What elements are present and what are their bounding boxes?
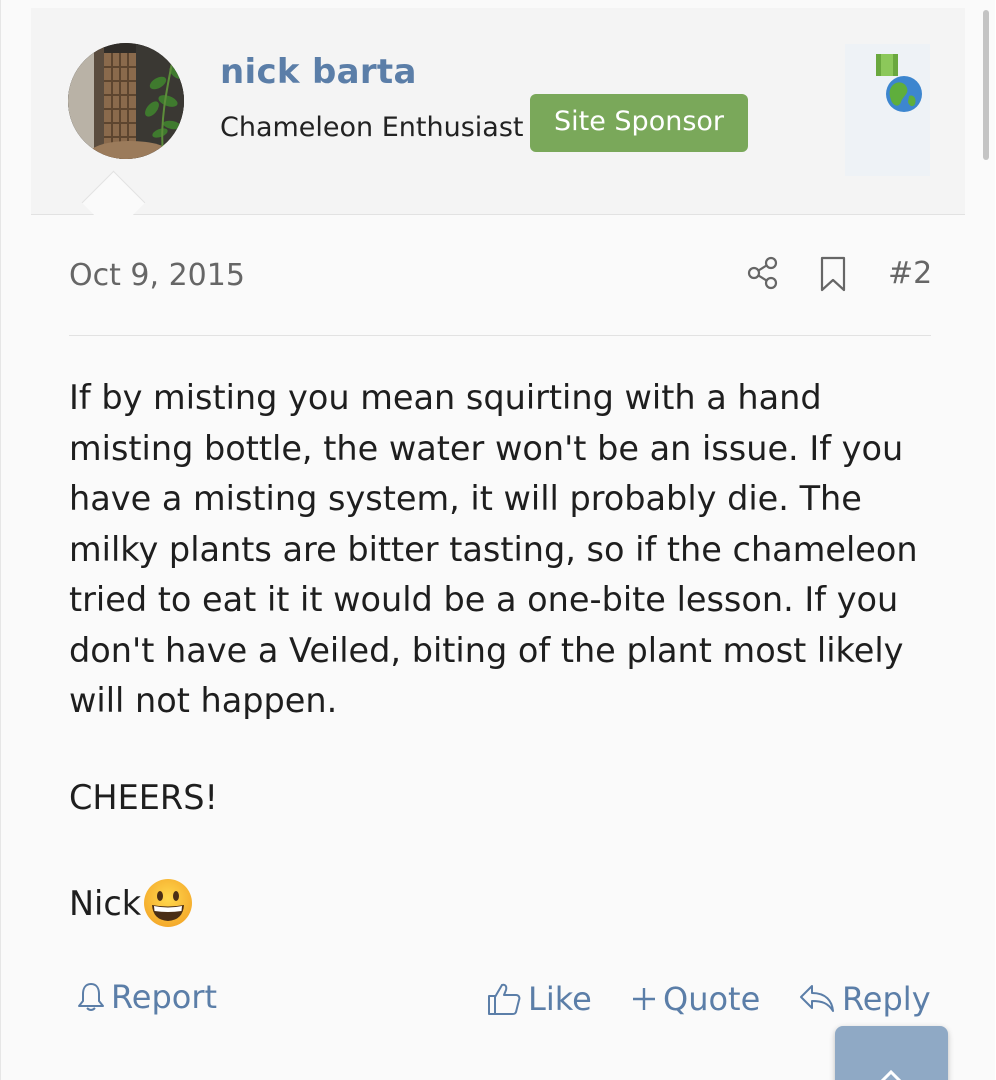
bell-icon	[78, 983, 104, 1011]
trophy-box	[845, 44, 930, 176]
signature-name: Nick	[69, 883, 142, 923]
site-sponsor-badge: Site Sponsor	[530, 94, 749, 152]
chevron-up-icon	[880, 1069, 902, 1080]
report-label: Report	[111, 978, 218, 1016]
page: nick barta Chameleon Enthusiast Site Spo…	[0, 0, 996, 1080]
signoff-text: CHEERS!	[69, 778, 218, 817]
user-header: nick barta Chameleon Enthusiast Site Spo…	[31, 8, 965, 235]
forum-post: nick barta Chameleon Enthusiast Site Spo…	[0, 0, 995, 1080]
reply-button[interactable]: Reply	[798, 980, 931, 1018]
plus-icon	[633, 988, 655, 1010]
globe-medal-icon	[876, 54, 922, 112]
reply-arrow-icon	[800, 985, 834, 1012]
report-button[interactable]: Report	[77, 978, 217, 1016]
reply-label: Reply	[842, 980, 931, 1018]
header-pointer	[81, 170, 146, 235]
divider	[69, 335, 931, 336]
post-date[interactable]: Oct 9, 2015	[69, 258, 245, 293]
thumbs-up-icon	[488, 983, 521, 1015]
like-label: Like	[528, 980, 592, 1018]
quote-button[interactable]: Quote	[631, 980, 760, 1018]
page-scrollbar[interactable]	[983, 10, 989, 160]
post-number-link[interactable]: #2	[888, 256, 932, 291]
like-button[interactable]: Like	[486, 980, 592, 1018]
user-title: Chameleon Enthusiast	[220, 112, 524, 143]
bookmark-icon[interactable]	[819, 256, 847, 292]
share-icon[interactable]	[746, 256, 780, 290]
avatar[interactable]	[68, 43, 184, 159]
username-link[interactable]: nick barta	[220, 52, 417, 92]
quote-label: Quote	[663, 980, 761, 1018]
scroll-to-top-button[interactable]	[835, 1026, 948, 1080]
signature: Nick	[69, 878, 193, 928]
grinning-face-emoji	[144, 879, 193, 927]
post-body: If by misting you mean squirting with a …	[69, 378, 929, 720]
